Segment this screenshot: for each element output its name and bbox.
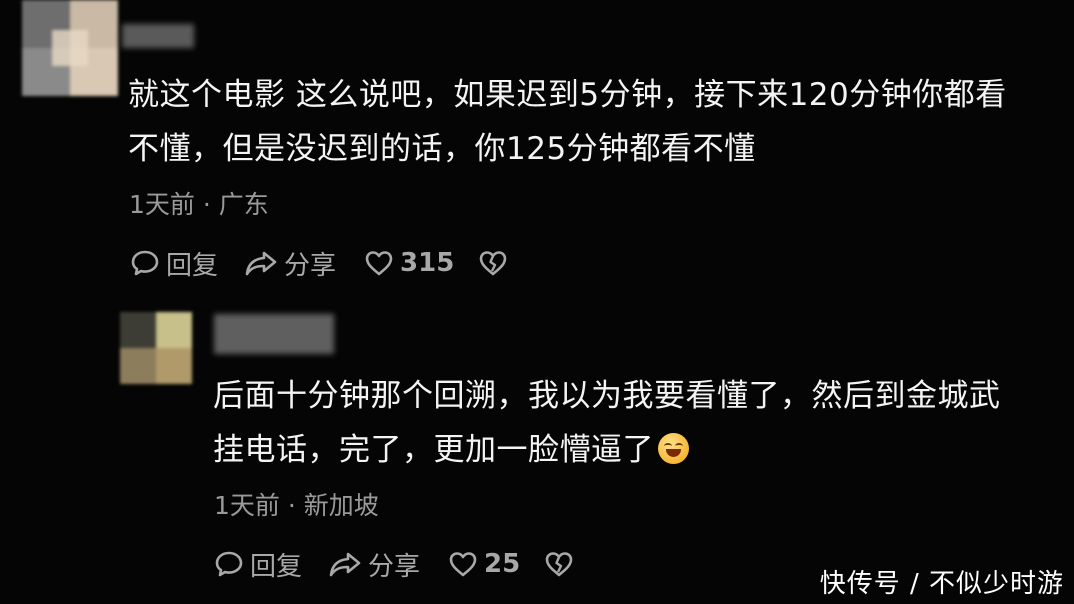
like-count: 315 xyxy=(400,248,455,278)
comment-line: 挂电话，完了，更加一脸懵逼了 xyxy=(213,432,654,468)
comment-meta: 1天前 · 新加坡 xyxy=(214,491,379,520)
comment-meta: 1天前 · 广东 xyxy=(129,190,269,219)
grinning-emoji-icon xyxy=(658,433,689,464)
comment-actions: 回复 分享 25 xyxy=(214,546,574,582)
watermark: 快传号 / 不似少时游 xyxy=(819,569,1064,599)
username[interactable] xyxy=(214,314,334,354)
reply-label: 回复 xyxy=(166,250,219,281)
broken-heart-icon xyxy=(545,552,573,577)
dislike-button[interactable] xyxy=(544,550,574,578)
username[interactable] xyxy=(122,24,194,48)
reply-button[interactable]: 回复 xyxy=(214,546,302,583)
reply-button[interactable]: 回复 xyxy=(130,245,218,282)
comment-line: 后面十分钟那个回溯，我以为我要看懂了，然后到金城武 xyxy=(213,378,1001,414)
like-count: 25 xyxy=(484,549,521,579)
broken-heart-icon xyxy=(480,251,507,276)
share-arrow-icon xyxy=(245,251,277,276)
share-label: 分享 xyxy=(284,250,337,281)
reply-label: 回复 xyxy=(250,551,303,582)
avatar[interactable] xyxy=(120,312,192,384)
share-button[interactable]: 分享 xyxy=(328,546,420,583)
share-button[interactable]: 分享 xyxy=(244,245,336,282)
heart-icon xyxy=(365,251,393,276)
comment-bubble-icon xyxy=(215,551,243,577)
share-arrow-icon xyxy=(329,552,361,577)
dislike-button[interactable] xyxy=(478,249,508,277)
share-label: 分享 xyxy=(368,551,421,582)
comment-line: 不懂，但是没迟到的话，你125分钟都看不懂 xyxy=(128,131,756,167)
comment-actions: 回复 分享 315 xyxy=(130,245,508,281)
heart-icon xyxy=(449,552,477,577)
like-button[interactable]: 315 xyxy=(364,248,454,278)
like-button[interactable]: 25 xyxy=(448,549,520,579)
comment-text: 后面十分钟那个回溯，我以为我要看懂了，然后到金城武 挂电话，完了，更加一脸懵逼了 xyxy=(213,369,1001,477)
avatar[interactable] xyxy=(22,0,118,96)
comment-text: 就这个电影 这么说吧，如果迟到5分钟，接下来120分钟你都看 不懂，但是没迟到的… xyxy=(128,68,1007,176)
comment-line: 就这个电影 这么说吧，如果迟到5分钟，接下来120分钟你都看 xyxy=(128,77,1007,113)
comment-bubble-icon xyxy=(131,250,159,276)
